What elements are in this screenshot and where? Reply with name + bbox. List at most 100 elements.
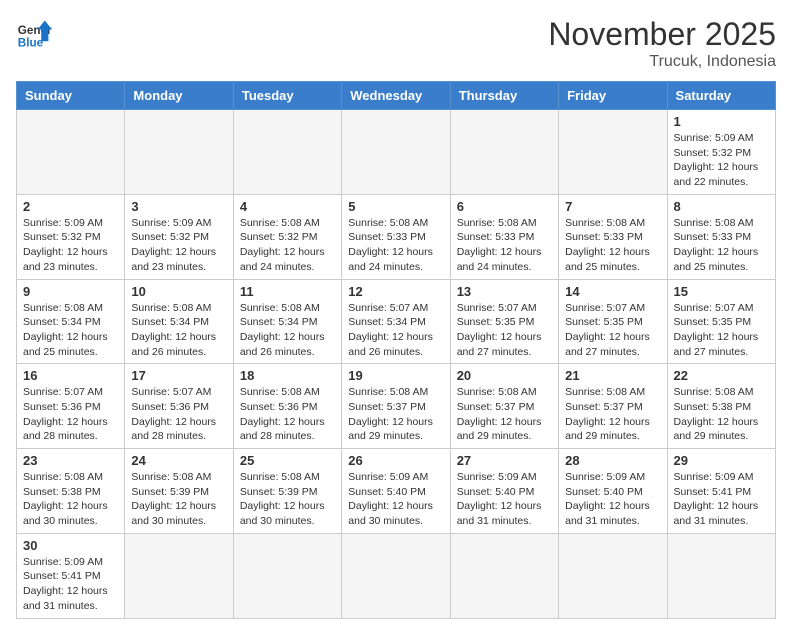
- calendar-day-cell: 3 Sunrise: 5:09 AM Sunset: 5:32 PM Daylig…: [125, 194, 233, 279]
- calendar-week-row: 9 Sunrise: 5:08 AM Sunset: 5:34 PM Daylig…: [17, 279, 776, 364]
- header: General Blue November 2025 Trucuk, Indon…: [16, 16, 776, 71]
- day-number: 3: [131, 199, 226, 214]
- calendar: SundayMondayTuesdayWednesdayThursdayFrid…: [16, 81, 776, 619]
- calendar-day-cell: 13Sunrise: 5:07 AM Sunset: 5:35 PM Dayli…: [450, 279, 558, 364]
- day-info: Sunrise: 5:07 AM Sunset: 5:35 PM Dayligh…: [565, 301, 660, 360]
- calendar-week-row: 30Sunrise: 5:09 AM Sunset: 5:41 PM Dayli…: [17, 533, 776, 618]
- day-info: Sunrise: 5:08 AM Sunset: 5:37 PM Dayligh…: [348, 385, 443, 444]
- day-info: Sunrise: 5:08 AM Sunset: 5:33 PM Dayligh…: [565, 216, 660, 275]
- day-info: Sunrise: 5:08 AM Sunset: 5:33 PM Dayligh…: [457, 216, 552, 275]
- day-number: 25: [240, 453, 335, 468]
- calendar-day-cell: 11 Sunrise: 5:08 AM Sunset: 5:34 PM Dayli…: [233, 279, 341, 364]
- calendar-week-row: 23 Sunrise: 5:08 AM Sunset: 5:38 PM Dayli…: [17, 449, 776, 534]
- calendar-day-cell: [342, 533, 450, 618]
- day-info: Sunrise: 5:08 AM Sunset: 5:33 PM Dayligh…: [348, 216, 443, 275]
- weekday-header-monday: Monday: [125, 82, 233, 110]
- day-number: 28: [565, 453, 660, 468]
- day-info: Sunrise: 5:08 AM Sunset: 5:36 PM Dayligh…: [240, 385, 335, 444]
- month-title: November 2025: [548, 16, 776, 53]
- calendar-day-cell: 1 Sunrise: 5:09 AM Sunset: 5:32 PM Daylig…: [667, 110, 775, 195]
- day-number: 6: [457, 199, 552, 214]
- calendar-day-cell: 8 Sunrise: 5:08 AM Sunset: 5:33 PM Daylig…: [667, 194, 775, 279]
- day-info: Sunrise: 5:08 AM Sunset: 5:33 PM Dayligh…: [674, 216, 769, 275]
- day-info: Sunrise: 5:08 AM Sunset: 5:37 PM Dayligh…: [565, 385, 660, 444]
- day-number: 10: [131, 284, 226, 299]
- weekday-header-sunday: Sunday: [17, 82, 125, 110]
- location-title: Trucuk, Indonesia: [548, 53, 776, 71]
- calendar-day-cell: 6 Sunrise: 5:08 AM Sunset: 5:33 PM Daylig…: [450, 194, 558, 279]
- day-number: 14: [565, 284, 660, 299]
- day-number: 22: [674, 368, 769, 383]
- weekday-header-row: SundayMondayTuesdayWednesdayThursdayFrid…: [17, 82, 776, 110]
- day-number: 20: [457, 368, 552, 383]
- day-number: 23: [23, 453, 118, 468]
- calendar-day-cell: 15Sunrise: 5:07 AM Sunset: 5:35 PM Dayli…: [667, 279, 775, 364]
- day-info: Sunrise: 5:09 AM Sunset: 5:40 PM Dayligh…: [565, 470, 660, 529]
- calendar-day-cell: 2Sunrise: 5:09 AM Sunset: 5:32 PM Daylig…: [17, 194, 125, 279]
- day-info: Sunrise: 5:09 AM Sunset: 5:32 PM Dayligh…: [131, 216, 226, 275]
- day-number: 21: [565, 368, 660, 383]
- calendar-day-cell: 20 Sunrise: 5:08 AM Sunset: 5:37 PM Dayli…: [450, 364, 558, 449]
- day-number: 4: [240, 199, 335, 214]
- day-info: Sunrise: 5:08 AM Sunset: 5:39 PM Dayligh…: [240, 470, 335, 529]
- calendar-day-cell: 29 Sunrise: 5:09 AM Sunset: 5:41 PM Dayli…: [667, 449, 775, 534]
- calendar-day-cell: 24Sunrise: 5:08 AM Sunset: 5:39 PM Dayli…: [125, 449, 233, 534]
- day-number: 29: [674, 453, 769, 468]
- day-number: 1: [674, 114, 769, 129]
- day-number: 11: [240, 284, 335, 299]
- calendar-day-cell: [450, 533, 558, 618]
- day-info: Sunrise: 5:07 AM Sunset: 5:34 PM Dayligh…: [348, 301, 443, 360]
- day-number: 8: [674, 199, 769, 214]
- weekday-header-wednesday: Wednesday: [342, 82, 450, 110]
- logo: General Blue: [16, 16, 52, 52]
- day-info: Sunrise: 5:09 AM Sunset: 5:32 PM Dayligh…: [674, 131, 769, 190]
- day-number: 7: [565, 199, 660, 214]
- day-number: 15: [674, 284, 769, 299]
- day-number: 16: [23, 368, 118, 383]
- day-info: Sunrise: 5:08 AM Sunset: 5:34 PM Dayligh…: [131, 301, 226, 360]
- day-number: 9: [23, 284, 118, 299]
- calendar-day-cell: [233, 533, 341, 618]
- calendar-day-cell: [233, 110, 341, 195]
- day-info: Sunrise: 5:08 AM Sunset: 5:32 PM Dayligh…: [240, 216, 335, 275]
- day-info: Sunrise: 5:08 AM Sunset: 5:37 PM Dayligh…: [457, 385, 552, 444]
- day-number: 18: [240, 368, 335, 383]
- day-info: Sunrise: 5:08 AM Sunset: 5:38 PM Dayligh…: [23, 470, 118, 529]
- calendar-day-cell: 9 Sunrise: 5:08 AM Sunset: 5:34 PM Daylig…: [17, 279, 125, 364]
- calendar-week-row: 1 Sunrise: 5:09 AM Sunset: 5:32 PM Daylig…: [17, 110, 776, 195]
- weekday-header-saturday: Saturday: [667, 82, 775, 110]
- calendar-day-cell: 19 Sunrise: 5:08 AM Sunset: 5:37 PM Dayli…: [342, 364, 450, 449]
- day-info: Sunrise: 5:07 AM Sunset: 5:36 PM Dayligh…: [23, 385, 118, 444]
- day-info: Sunrise: 5:09 AM Sunset: 5:32 PM Dayligh…: [23, 216, 118, 275]
- calendar-day-cell: 10 Sunrise: 5:08 AM Sunset: 5:34 PM Dayli…: [125, 279, 233, 364]
- calendar-day-cell: 28 Sunrise: 5:09 AM Sunset: 5:40 PM Dayli…: [559, 449, 667, 534]
- weekday-header-tuesday: Tuesday: [233, 82, 341, 110]
- calendar-day-cell: 30Sunrise: 5:09 AM Sunset: 5:41 PM Dayli…: [17, 533, 125, 618]
- day-number: 19: [348, 368, 443, 383]
- day-info: Sunrise: 5:09 AM Sunset: 5:41 PM Dayligh…: [674, 470, 769, 529]
- calendar-day-cell: [559, 533, 667, 618]
- calendar-day-cell: 21 Sunrise: 5:08 AM Sunset: 5:37 PM Dayli…: [559, 364, 667, 449]
- calendar-week-row: 2Sunrise: 5:09 AM Sunset: 5:32 PM Daylig…: [17, 194, 776, 279]
- calendar-day-cell: 4 Sunrise: 5:08 AM Sunset: 5:32 PM Daylig…: [233, 194, 341, 279]
- calendar-day-cell: [125, 110, 233, 195]
- calendar-day-cell: 16 Sunrise: 5:07 AM Sunset: 5:36 PM Dayli…: [17, 364, 125, 449]
- svg-text:Blue: Blue: [18, 37, 44, 50]
- weekday-header-thursday: Thursday: [450, 82, 558, 110]
- day-info: Sunrise: 5:08 AM Sunset: 5:34 PM Dayligh…: [23, 301, 118, 360]
- day-number: 5: [348, 199, 443, 214]
- day-info: Sunrise: 5:08 AM Sunset: 5:38 PM Dayligh…: [674, 385, 769, 444]
- calendar-day-cell: 27Sunrise: 5:09 AM Sunset: 5:40 PM Dayli…: [450, 449, 558, 534]
- calendar-day-cell: 18 Sunrise: 5:08 AM Sunset: 5:36 PM Dayli…: [233, 364, 341, 449]
- day-info: Sunrise: 5:08 AM Sunset: 5:39 PM Dayligh…: [131, 470, 226, 529]
- calendar-week-row: 16 Sunrise: 5:07 AM Sunset: 5:36 PM Dayli…: [17, 364, 776, 449]
- title-area: November 2025 Trucuk, Indonesia: [548, 16, 776, 71]
- day-number: 17: [131, 368, 226, 383]
- calendar-day-cell: [667, 533, 775, 618]
- calendar-day-cell: 25 Sunrise: 5:08 AM Sunset: 5:39 PM Dayli…: [233, 449, 341, 534]
- day-number: 26: [348, 453, 443, 468]
- day-number: 13: [457, 284, 552, 299]
- calendar-day-cell: 26Sunrise: 5:09 AM Sunset: 5:40 PM Dayli…: [342, 449, 450, 534]
- day-info: Sunrise: 5:08 AM Sunset: 5:34 PM Dayligh…: [240, 301, 335, 360]
- weekday-header-friday: Friday: [559, 82, 667, 110]
